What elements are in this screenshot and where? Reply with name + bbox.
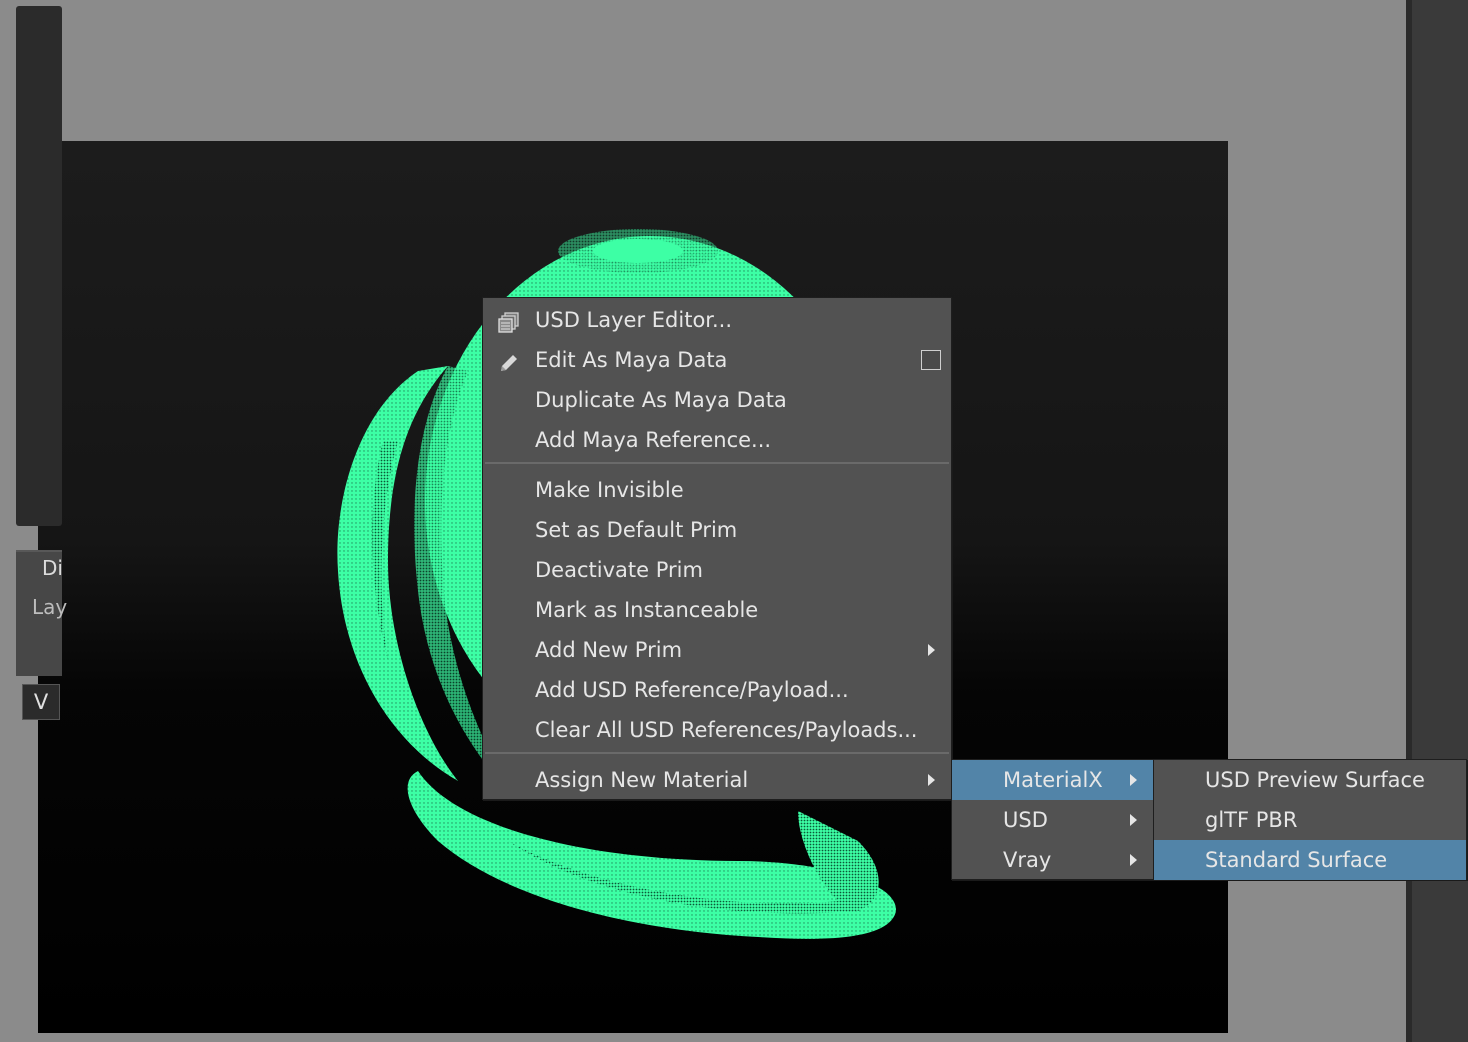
menu-item-add-new-prim[interactable]: Add New Prim bbox=[483, 630, 951, 670]
menu-item-label: USD Preview Surface bbox=[1205, 768, 1425, 792]
menu-item-duplicate-as-maya-data[interactable]: Duplicate As Maya Data bbox=[483, 380, 951, 420]
submenu-arrow-icon bbox=[928, 774, 935, 786]
dock-button[interactable]: V bbox=[22, 684, 60, 720]
dock-tab-label: Di bbox=[42, 556, 63, 580]
menu-item-label: Clear All USD References/Payloads... bbox=[535, 718, 918, 742]
menu-item-make-invisible[interactable]: Make Invisible bbox=[483, 470, 951, 510]
menu-separator bbox=[485, 462, 949, 464]
menu-item-usd-layer-editor[interactable]: USD Layer Editor... bbox=[483, 300, 951, 340]
option-box-checkbox[interactable] bbox=[921, 350, 941, 370]
menu-item-label: Edit As Maya Data bbox=[535, 348, 728, 372]
menu-item-clear-usd-references[interactable]: Clear All USD References/Payloads... bbox=[483, 710, 951, 750]
material-submenu: MaterialX USD Vray bbox=[951, 759, 1154, 880]
menu-item-label: Vray bbox=[1003, 848, 1052, 872]
menu-item-usd[interactable]: USD bbox=[952, 800, 1153, 840]
menu-item-assign-new-material[interactable]: Assign New Material bbox=[483, 760, 951, 800]
menu-item-label: Assign New Material bbox=[535, 768, 749, 792]
dock-field-label: Lay bbox=[32, 595, 68, 619]
menu-item-label: Make Invisible bbox=[535, 478, 684, 502]
menu-item-mark-as-instanceable[interactable]: Mark as Instanceable bbox=[483, 590, 951, 630]
pencil-icon bbox=[497, 348, 521, 372]
menu-item-label: glTF PBR bbox=[1205, 808, 1298, 832]
context-menu: USD Layer Editor... Edit As Maya Data Du… bbox=[482, 297, 952, 800]
menu-item-set-default-prim[interactable]: Set as Default Prim bbox=[483, 510, 951, 550]
menu-item-label: USD bbox=[1003, 808, 1048, 832]
menu-item-label: MaterialX bbox=[1003, 768, 1103, 792]
materialx-submenu: USD Preview Surface glTF PBR Standard Su… bbox=[1153, 759, 1467, 880]
menu-item-deactivate-prim[interactable]: Deactivate Prim bbox=[483, 550, 951, 590]
menu-item-usd-preview-surface[interactable]: USD Preview Surface bbox=[1154, 760, 1466, 800]
menu-separator bbox=[485, 752, 949, 754]
menu-item-label: Standard Surface bbox=[1205, 848, 1388, 872]
menu-item-standard-surface[interactable]: Standard Surface bbox=[1154, 840, 1466, 880]
menu-item-label: Add New Prim bbox=[535, 638, 683, 662]
menu-item-label: Duplicate As Maya Data bbox=[535, 388, 787, 412]
menu-item-label: Set as Default Prim bbox=[535, 518, 738, 542]
menu-item-add-usd-reference[interactable]: Add USD Reference/Payload... bbox=[483, 670, 951, 710]
menu-item-label: Add USD Reference/Payload... bbox=[535, 678, 849, 702]
submenu-arrow-icon bbox=[1130, 774, 1137, 786]
menu-item-gltf-pbr[interactable]: glTF PBR bbox=[1154, 800, 1466, 840]
menu-item-label: Add Maya Reference... bbox=[535, 428, 772, 452]
layers-icon bbox=[497, 308, 521, 333]
submenu-arrow-icon bbox=[1130, 814, 1137, 826]
menu-item-add-maya-reference[interactable]: Add Maya Reference... bbox=[483, 420, 951, 460]
submenu-arrow-icon bbox=[928, 644, 935, 656]
menu-item-label: USD Layer Editor... bbox=[535, 308, 733, 332]
menu-item-materialx[interactable]: MaterialX bbox=[952, 760, 1153, 800]
dock-upper-panel bbox=[16, 6, 62, 526]
menu-item-label: Deactivate Prim bbox=[535, 558, 703, 582]
right-dock-panel bbox=[1406, 0, 1468, 1042]
menu-item-label: Mark as Instanceable bbox=[535, 598, 759, 622]
submenu-arrow-icon bbox=[1130, 854, 1137, 866]
maya-window: Di Lay V USD Layer Editor... Edit As May… bbox=[0, 0, 1468, 1042]
menu-item-vray[interactable]: Vray bbox=[952, 840, 1153, 880]
dock-splitter[interactable] bbox=[1406, 0, 1412, 1042]
menu-item-edit-as-maya-data[interactable]: Edit As Maya Data bbox=[483, 340, 951, 380]
